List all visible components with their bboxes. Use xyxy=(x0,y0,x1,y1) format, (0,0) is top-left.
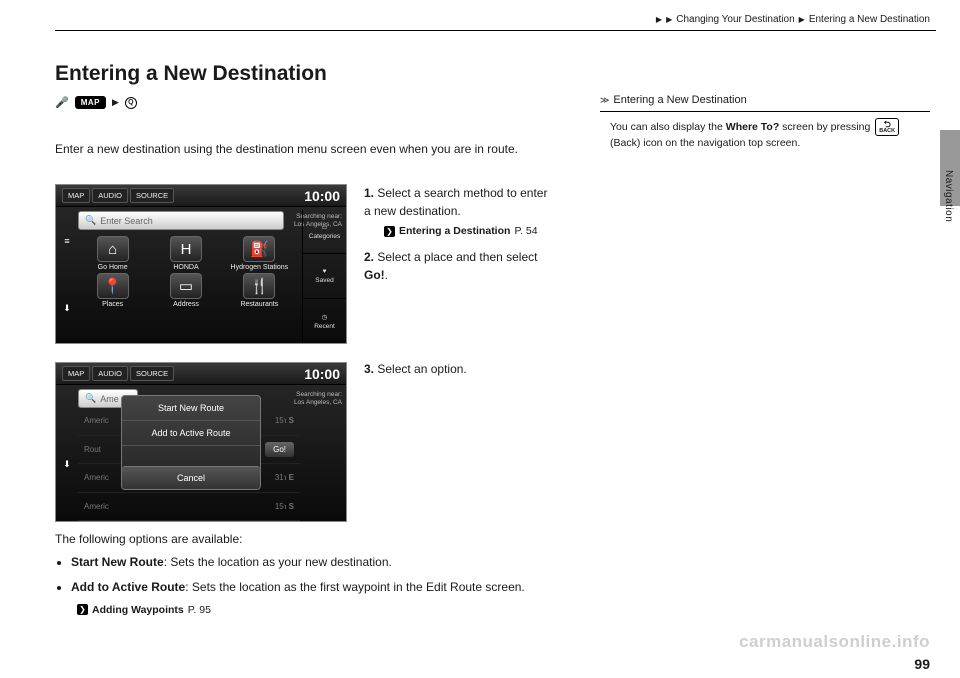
categories-button[interactable]: ▭ Categories xyxy=(303,209,346,254)
section-label: Navigation xyxy=(943,170,954,222)
hydrogen-button[interactable]: ⛽ Hydrogen Stations xyxy=(225,236,294,271)
aside-title: Entering a New Destination xyxy=(613,92,746,109)
chevron-right-icon: ▶ xyxy=(112,97,119,108)
chevron-right-icon: ▶ xyxy=(799,15,805,24)
watermark: carmanualsonline.info xyxy=(739,632,930,652)
aside-body: You can also display the Where To? scree… xyxy=(600,118,930,152)
link-arrow-icon: ❯ xyxy=(77,604,88,615)
clock: 10:00 xyxy=(304,188,340,204)
search-icon: Q xyxy=(125,97,137,109)
honda-logo-icon: H xyxy=(170,236,202,262)
clock: 10:00 xyxy=(304,366,340,382)
tab-audio[interactable]: AUDIO xyxy=(92,366,128,381)
search-icon: 🔍 xyxy=(85,215,96,226)
option-add-active-route: Add to Active Route: Sets the location a… xyxy=(71,578,555,618)
screenshot-destination-menu: MAP AUDIO SOURCE 10:00 🔍 Enter Search Se… xyxy=(55,184,347,344)
back-icon: ⮌BACK xyxy=(875,118,899,137)
fuel-icon: ⛽ xyxy=(243,236,275,262)
search-placeholder: Enter Search xyxy=(100,216,153,226)
option-start-new-route: Start New Route: Sets the location as yo… xyxy=(71,553,555,572)
intro-text: Enter a new destination using the destin… xyxy=(55,140,530,158)
options-lead: The following options are available: xyxy=(55,530,555,549)
page-title: Entering a New Destination xyxy=(55,62,327,86)
chevron-right-icon: ▶ xyxy=(656,15,662,24)
map-chip: MAP xyxy=(75,96,106,109)
chevron-right-icon: ▶ xyxy=(666,15,672,24)
link-adding-waypoints[interactable]: ❯ Adding Waypoints P. 95 xyxy=(77,602,555,619)
places-button[interactable]: 📍 Places xyxy=(78,273,147,308)
tab-source[interactable]: SOURCE xyxy=(130,366,174,381)
search-icon: 🔍 xyxy=(85,393,96,404)
saved-button[interactable]: ♥ Saved xyxy=(303,254,346,299)
list-item[interactable]: Americ 15℩ S xyxy=(78,493,300,522)
route-popup: Start New Route Add to Active Route Canc… xyxy=(121,395,261,490)
page-number: 99 xyxy=(914,656,930,672)
tab-source[interactable]: SOURCE xyxy=(130,188,174,203)
pin-icon: 📍 xyxy=(97,273,129,299)
breadcrumb-b: Entering a New Destination xyxy=(809,14,930,25)
note-icon: ≫ xyxy=(600,94,609,108)
cancel-button[interactable]: Cancel xyxy=(122,466,260,489)
honda-button[interactable]: H HONDA xyxy=(151,236,220,271)
tab-map[interactable]: MAP xyxy=(62,188,90,203)
searching-near: Searching near: Los Angeles, CA xyxy=(284,391,342,407)
voice-command-row: 🎤 MAP ▶ Q xyxy=(55,96,137,109)
address-button[interactable]: ▭ Address xyxy=(151,273,220,308)
screenshot-route-popup: MAP AUDIO SOURCE 10:00 🔍 Ame Searching n… xyxy=(55,362,347,522)
search-input[interactable]: 🔍 Enter Search xyxy=(78,211,284,230)
start-new-route-button[interactable]: Start New Route xyxy=(122,396,260,421)
restaurants-button[interactable]: 🍴 Restaurants xyxy=(225,273,294,308)
step-2: 2. Select a place and then select Go!. xyxy=(364,248,554,284)
step-1: 1. Select a search method to enter a new… xyxy=(364,184,554,220)
mic-icon: 🎤 xyxy=(55,96,69,109)
heart-icon: ♥ xyxy=(323,268,327,275)
breadcrumb: ▶ ▶ Changing Your Destination ▶ Entering… xyxy=(656,14,930,25)
go-button[interactable]: Go! xyxy=(265,442,294,457)
aside-note: ≫ Entering a New Destination You can als… xyxy=(600,92,930,152)
speech-icon: ▭ xyxy=(321,223,327,231)
search-value: Ame xyxy=(100,394,119,404)
scroll-down-icon[interactable]: ⬇ xyxy=(63,459,71,470)
go-home-button[interactable]: ⌂ Go Home xyxy=(78,236,147,271)
link-entering-destination[interactable]: ❯ Entering a Destination P. 54 xyxy=(384,224,554,240)
tab-audio[interactable]: AUDIO xyxy=(92,188,128,203)
tab-map[interactable]: MAP xyxy=(62,366,90,381)
breadcrumb-a: Changing Your Destination xyxy=(676,14,794,25)
food-icon: 🍴 xyxy=(243,273,275,299)
address-icon: ▭ xyxy=(170,273,202,299)
recent-button[interactable]: ◷ Recent xyxy=(303,299,346,343)
add-active-route-button[interactable]: Add to Active Route xyxy=(122,421,260,446)
link-arrow-icon: ❯ xyxy=(384,226,395,237)
home-icon: ⌂ xyxy=(97,236,129,262)
menu-icon[interactable]: ≡ xyxy=(64,236,69,246)
step-3: 3. Select an option. xyxy=(364,362,467,376)
scroll-down-icon[interactable]: ⬇ xyxy=(63,303,71,314)
clock-icon: ◷ xyxy=(322,313,328,321)
